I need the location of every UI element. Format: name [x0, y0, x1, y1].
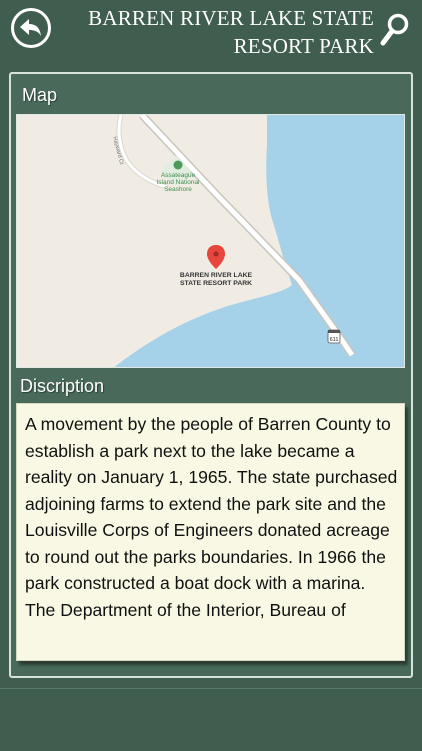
location-pin-icon[interactable] — [207, 245, 225, 269]
search-icon — [380, 13, 409, 46]
poi-label-line3: Seashore — [164, 186, 192, 193]
poi-marker-icon — [173, 160, 183, 170]
marker-label-line2: STATE RESORT PARK — [180, 280, 252, 287]
poi-label-line1: Assateague — [161, 172, 196, 179]
bottom-bar — [0, 688, 422, 751]
map-view[interactable]: Hayward Ct Assateague Island National Se… — [16, 114, 405, 368]
search-button[interactable] — [380, 12, 410, 48]
back-arrow-icon — [20, 19, 41, 36]
page-title: BARREN RIVER LAKE STATE RESORT PARK — [88, 6, 374, 58]
marker-label-line1: BARREN RIVER LAKE — [180, 272, 253, 279]
description-section-label: Discription — [20, 376, 105, 396]
route-shield-label: 611 — [330, 337, 339, 343]
description-box[interactable]: A movement by the people of Barren Count… — [16, 403, 405, 661]
poi-label-line2: Island National — [157, 179, 201, 186]
description-text: A movement by the people of Barren Count… — [25, 414, 398, 620]
back-button[interactable] — [11, 8, 51, 48]
map-section-label: Map — [22, 85, 58, 105]
app-header: BARREN RIVER LAKE STATE RESORT PARK — [0, 0, 422, 66]
